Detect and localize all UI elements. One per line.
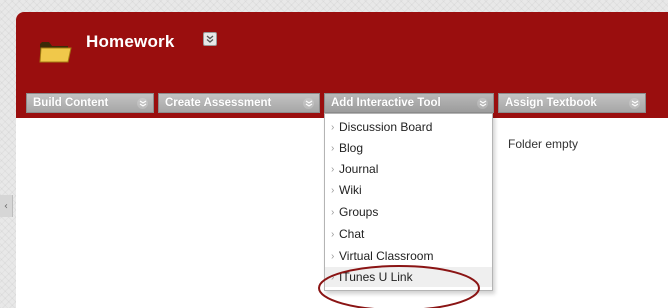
chevron-right-icon: › [331,121,335,133]
build-content-button[interactable]: Build Content [26,93,154,113]
chevron-right-icon: › [331,228,335,240]
menu-item-itunes-u-link[interactable]: › ITunes U Link [325,267,492,287]
chevron-down-icon [477,98,488,109]
menu-item-chat[interactable]: › Chat [325,224,492,244]
chevron-right-icon: › [331,163,335,175]
page-header: Homework Build Content Create Assessment… [16,12,668,118]
menu-item-label: Wiki [339,183,362,197]
menu-item-label: Virtual Classroom [339,249,434,263]
double-chevron-down-icon [206,35,214,43]
title-menu-button[interactable] [203,32,217,46]
chevron-right-icon: › [331,250,335,262]
interactive-tool-menu: › Discussion Board › Blog › Journal › Wi… [324,113,493,291]
create-assessment-button[interactable]: Create Assessment [158,93,320,113]
menu-item-label: Groups [339,205,379,219]
menu-item-wiki[interactable]: › Wiki [325,180,492,200]
menu-item-journal[interactable]: › Journal [325,159,492,179]
add-interactive-tool-label: Add Interactive Tool [331,97,441,109]
chevron-down-icon [137,98,148,109]
menu-item-blog[interactable]: › Blog [325,138,492,158]
chevron-left-icon: ‹ [4,200,8,212]
chevron-down-icon [303,98,314,109]
folder-empty-message: Folder empty [508,137,579,151]
add-interactive-tool-button[interactable]: Add Interactive Tool [324,93,494,113]
chevron-right-icon: › [331,142,335,154]
collapse-sidebar-handle[interactable]: ‹ [0,195,13,217]
chevron-right-icon: › [331,271,335,283]
create-assessment-label: Create Assessment [165,97,272,109]
menu-item-discussion-board[interactable]: › Discussion Board [325,117,492,137]
assign-textbook-button[interactable]: Assign Textbook [498,93,646,113]
menu-item-label: ITunes U Link [339,270,413,284]
menu-item-label: Discussion Board [339,120,433,134]
page-title: Homework [86,32,175,51]
chevron-down-icon [629,98,640,109]
menu-item-label: Chat [339,227,365,241]
build-content-label: Build Content [33,97,109,109]
content-panel: Homework Build Content Create Assessment… [16,12,668,308]
menu-item-label: Journal [339,162,379,176]
menu-item-label: Blog [339,141,364,155]
assign-textbook-label: Assign Textbook [505,97,597,109]
menu-item-virtual-classroom[interactable]: › Virtual Classroom [325,246,492,266]
folder-icon [39,42,72,63]
menu-item-groups[interactable]: › Groups [325,202,492,222]
chevron-right-icon: › [331,184,335,196]
chevron-right-icon: › [331,206,335,218]
